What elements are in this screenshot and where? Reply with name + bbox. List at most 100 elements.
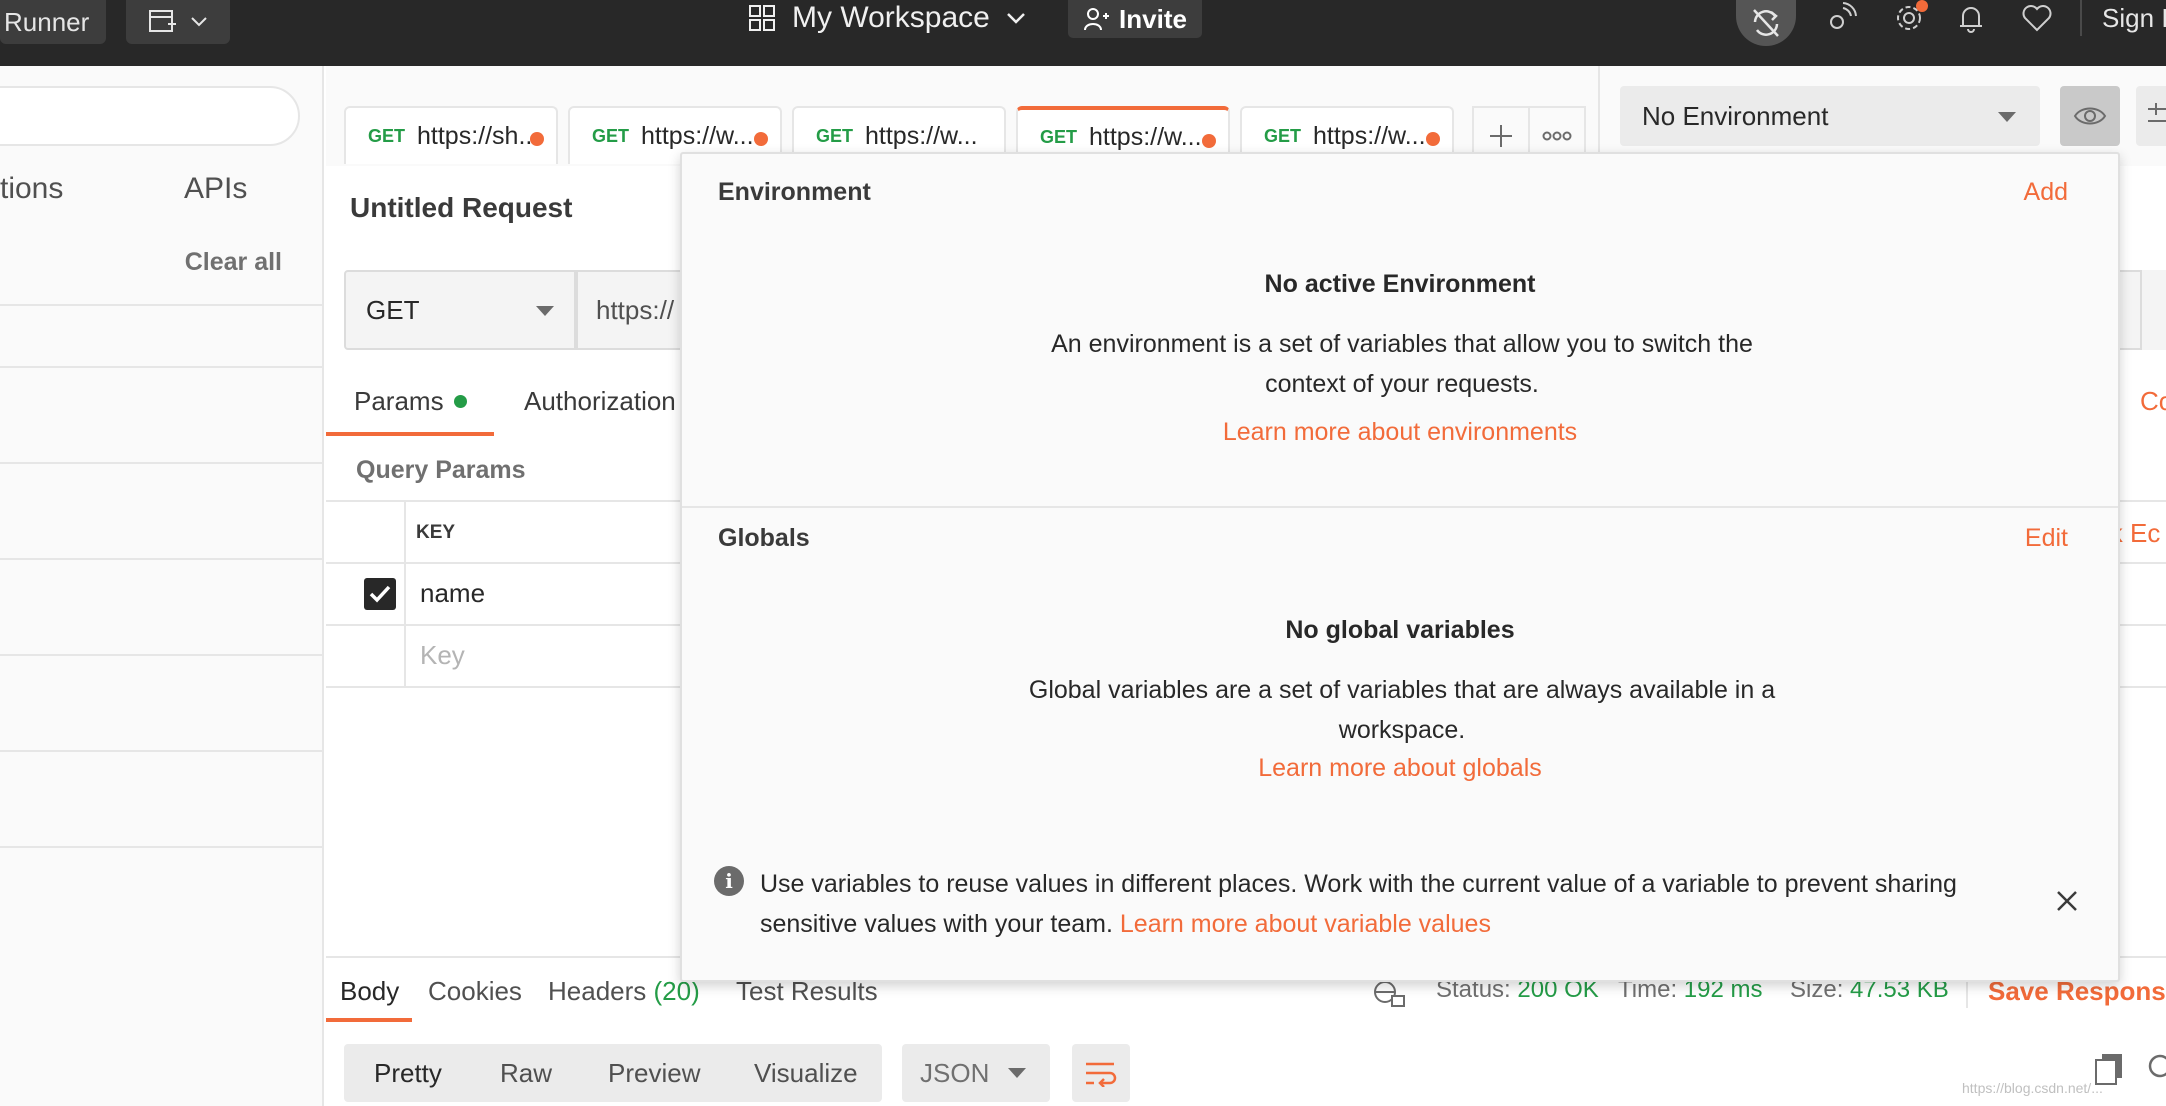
globals-section-title: Globals bbox=[718, 524, 810, 552]
sync-off-icon bbox=[1753, 9, 1779, 37]
invite-label: Invite bbox=[1119, 3, 1187, 34]
invite-button[interactable]: Invite bbox=[1068, 0, 1202, 38]
settings-button[interactable] bbox=[1884, 0, 1934, 36]
wrap-lines-button[interactable] bbox=[1072, 1044, 1130, 1102]
param-checkbox[interactable] bbox=[364, 578, 396, 610]
info-icon: i bbox=[714, 866, 744, 896]
popover-divider bbox=[682, 506, 2118, 508]
sync-status-button[interactable] bbox=[1736, 0, 1796, 46]
learn-environments-link[interactable]: Learn more about environments bbox=[682, 418, 2118, 447]
runner-label: Runner bbox=[4, 6, 90, 37]
tab-method: GET bbox=[368, 125, 406, 146]
eye-icon bbox=[2073, 107, 2107, 125]
tab-method: GET bbox=[816, 125, 854, 146]
heart-icon bbox=[2022, 5, 2052, 32]
satellite-icon bbox=[1830, 2, 1857, 29]
add-environment-link[interactable]: Add bbox=[2024, 178, 2068, 207]
top-header: Runner My Workspace Invite Sign I bbox=[0, 0, 2166, 66]
workspace-switcher[interactable]: My Workspace bbox=[748, 0, 1026, 36]
tab-method: GET bbox=[1264, 125, 1302, 146]
headers-label: Headers bbox=[548, 976, 647, 1006]
send-options-button[interactable] bbox=[2140, 270, 2166, 350]
runner-button[interactable]: Runner bbox=[0, 0, 106, 44]
param-key-placeholder[interactable]: Key bbox=[420, 640, 465, 671]
learn-globals-link[interactable]: Learn more about globals bbox=[682, 754, 2118, 783]
param-key-cell[interactable]: name bbox=[420, 578, 485, 609]
chevron-down-icon bbox=[191, 17, 207, 27]
environment-select[interactable]: No Environment bbox=[1620, 86, 2040, 146]
unsaved-dot bbox=[1426, 132, 1440, 146]
params-active-dot bbox=[453, 395, 467, 408]
format-raw[interactable]: Raw bbox=[500, 1058, 552, 1089]
sidebar-tab-collections[interactable]: tions bbox=[0, 172, 63, 206]
settings-update-dot bbox=[1916, 0, 1928, 12]
capture-requests-button[interactable] bbox=[1816, 0, 1866, 36]
sidebar-tab-apis[interactable]: APIs bbox=[184, 172, 247, 206]
sliders-icon bbox=[2148, 103, 2166, 122]
unsaved-dot bbox=[754, 132, 768, 146]
clear-all-button[interactable]: Clear all bbox=[185, 248, 282, 277]
notifications-button[interactable] bbox=[1946, 0, 1996, 36]
tab-url: https://sh... bbox=[417, 121, 540, 150]
globe-lock-icon[interactable] bbox=[1372, 978, 1406, 1008]
environment-panel: No Environment bbox=[1600, 66, 2166, 166]
tab-params[interactable]: Params bbox=[354, 386, 467, 417]
column-header-key: KEY bbox=[416, 522, 456, 543]
format-visualize[interactable]: Visualize bbox=[754, 1058, 858, 1089]
search-icon[interactable] bbox=[2146, 1052, 2166, 1086]
caret-down-icon bbox=[1998, 112, 2016, 122]
no-environment-heading: No active Environment bbox=[1264, 270, 1536, 298]
format-preview[interactable]: Preview bbox=[608, 1058, 700, 1089]
tab-params-label: Params bbox=[354, 386, 444, 416]
environment-description: An environment is a set of variables tha… bbox=[1051, 330, 1753, 398]
header-divider bbox=[2080, 0, 2082, 36]
tab-method: GET bbox=[1040, 126, 1078, 147]
history-item bbox=[0, 654, 324, 656]
format-type-value: JSON bbox=[920, 1057, 990, 1088]
response-tab-cookies[interactable]: Cookies bbox=[428, 976, 522, 1007]
tab-cookies-edge[interactable]: Co bbox=[2140, 386, 2166, 417]
edit-globals-link[interactable]: Edit bbox=[2025, 524, 2068, 553]
unsaved-dot bbox=[1202, 134, 1216, 148]
sidebar: tions APIs Clear all bbox=[0, 66, 324, 1106]
plus-icon bbox=[1490, 125, 1512, 147]
variables-info-message: Use variables to reuse values in differe… bbox=[760, 864, 2000, 944]
response-tab-headers[interactable]: Headers (20) bbox=[548, 976, 700, 1007]
more-horizontal-icon bbox=[1542, 131, 1572, 141]
manage-environments-button[interactable] bbox=[2136, 86, 2166, 146]
format-pretty[interactable]: Pretty bbox=[374, 1058, 442, 1089]
environment-section-title: Environment bbox=[718, 178, 871, 206]
new-window-button[interactable] bbox=[126, 0, 230, 44]
new-window-icon bbox=[149, 10, 176, 32]
bell-icon bbox=[1960, 7, 1982, 33]
tab-authorization[interactable]: Authorization bbox=[524, 386, 676, 417]
response-tab-body[interactable]: Body bbox=[340, 976, 399, 1007]
tab-authorization-label: Authorization bbox=[524, 386, 676, 416]
dismiss-info-button[interactable] bbox=[2054, 888, 2080, 914]
sign-in-button[interactable]: Sign In bbox=[2102, 0, 2166, 36]
request-name[interactable]: Untitled Request bbox=[350, 192, 572, 224]
check-icon bbox=[369, 585, 391, 603]
favorites-button[interactable] bbox=[2012, 0, 2062, 36]
environment-quick-look-popover: Environment Add No active Environment An… bbox=[680, 152, 2120, 982]
method-value: GET bbox=[366, 294, 420, 325]
environment-quick-look-button[interactable] bbox=[2060, 86, 2120, 146]
format-type-select[interactable]: JSON bbox=[902, 1044, 1050, 1102]
history-item bbox=[0, 846, 324, 848]
environment-select-value: No Environment bbox=[1642, 100, 1829, 131]
request-tab[interactable]: GET https://sh... bbox=[344, 106, 558, 164]
grid-icon bbox=[749, 5, 775, 31]
params-tab-indicator bbox=[326, 432, 494, 436]
body-tab-indicator bbox=[326, 1018, 412, 1022]
caret-down-icon bbox=[536, 306, 554, 316]
request-tabs-bar: GET https://sh... GET https://w... GET h… bbox=[326, 66, 1598, 166]
unsaved-dot bbox=[530, 132, 544, 146]
history-item bbox=[0, 366, 324, 368]
sidebar-divider bbox=[0, 304, 324, 306]
globals-description: Global variables are a set of variables … bbox=[1028, 676, 1776, 744]
params-table-border bbox=[404, 502, 406, 686]
tab-method: GET bbox=[592, 125, 630, 146]
learn-variable-values-link[interactable]: Learn more about variable values bbox=[1120, 910, 1491, 938]
method-select[interactable]: GET bbox=[344, 270, 576, 350]
search-input[interactable] bbox=[0, 86, 300, 146]
